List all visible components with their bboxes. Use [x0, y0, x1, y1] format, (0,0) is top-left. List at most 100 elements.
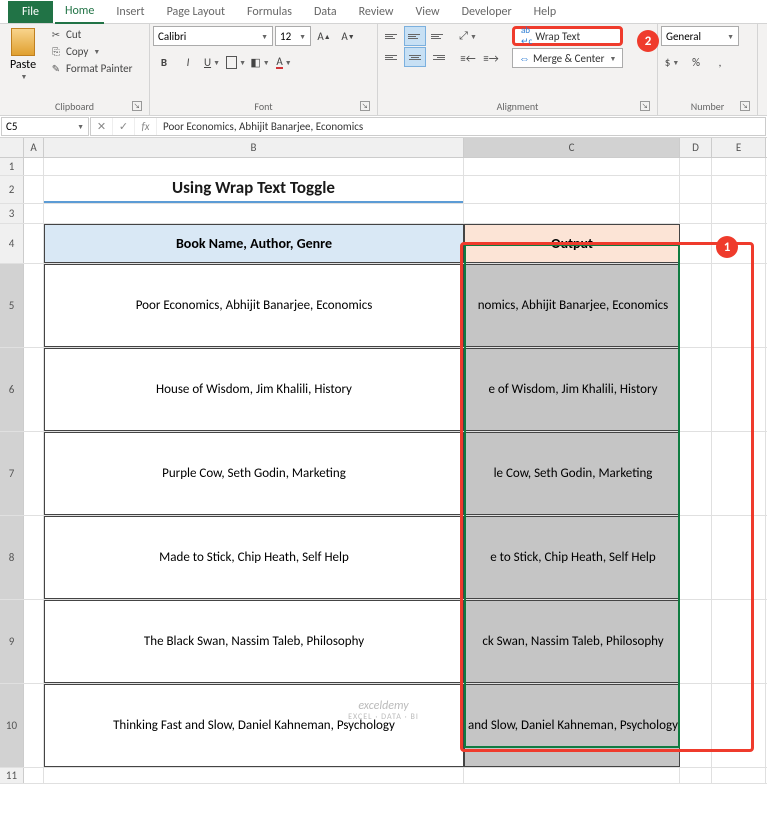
tab-data[interactable]: Data	[304, 1, 347, 23]
orientation-button[interactable]: ⤢▼	[457, 26, 479, 46]
paste-button[interactable]: Paste ▼	[3, 26, 43, 92]
cancel-formula-button[interactable]: ✕	[91, 118, 113, 135]
header-b[interactable]: Book Name, Author, Genre	[44, 224, 464, 263]
wrap-text-icon: ab↵c	[521, 25, 532, 47]
cell-c8[interactable]: e to Stick, Chip Heath, Self Help	[464, 516, 680, 599]
col-header-b[interactable]: B	[44, 138, 464, 157]
accounting-format-button[interactable]: $▼	[661, 52, 683, 72]
cell-b7[interactable]: Purple Cow, Seth Godin, Marketing	[44, 432, 464, 515]
cell-b5[interactable]: Poor Economics, Abhijit Banarjee, Econom…	[44, 264, 464, 347]
tab-help[interactable]: Help	[524, 1, 567, 23]
align-center-button[interactable]	[404, 47, 426, 67]
clipboard-dialog-launcher[interactable]: ↘	[132, 101, 142, 111]
select-all-button[interactable]	[0, 138, 24, 157]
wrap-text-button[interactable]: ab↵c Wrap Text	[512, 26, 623, 46]
align-right-button[interactable]	[427, 47, 449, 67]
decrease-indent-button[interactable]: ≡←	[457, 48, 479, 68]
worksheet: A B C D E 1 2 Using Wrap Text Toggle 3 4B…	[0, 138, 767, 784]
increase-font-button[interactable]: A▲	[313, 26, 335, 46]
font-group-label: Font	[254, 100, 272, 113]
increase-indent-button[interactable]: ≡→	[480, 48, 502, 68]
alignment-group-label: Alignment	[497, 100, 539, 113]
cell-b6[interactable]: House of Wisdom, Jim Khalili, History	[44, 348, 464, 431]
copy-button[interactable]: ⎘Copy▼	[47, 43, 134, 59]
tab-insert[interactable]: Insert	[106, 1, 154, 23]
row-header-3[interactable]: 3	[0, 204, 24, 223]
callout-badge-2: 2	[637, 30, 659, 52]
row-header-8[interactable]: 8	[0, 516, 24, 599]
row-header-10[interactable]: 10	[0, 684, 24, 767]
tab-home[interactable]: Home	[55, 0, 104, 24]
tab-page-layout[interactable]: Page Layout	[157, 1, 235, 23]
row-header-5[interactable]: 5	[0, 264, 24, 347]
tab-developer[interactable]: Developer	[452, 1, 522, 23]
col-header-c[interactable]: C	[464, 138, 680, 157]
formula-input[interactable]: Poor Economics, Abhijit Banarjee, Econom…	[157, 120, 765, 133]
row-header-2[interactable]: 2	[0, 176, 24, 203]
scissors-icon: ✂	[49, 27, 63, 41]
table-title: Using Wrap Text Toggle	[44, 177, 463, 203]
align-left-button[interactable]	[381, 47, 403, 67]
col-header-a[interactable]: A	[24, 138, 44, 157]
format-painter-button[interactable]: ✎Format Painter	[47, 60, 134, 76]
paste-label: Paste	[10, 58, 36, 72]
row-header-7[interactable]: 7	[0, 432, 24, 515]
percent-format-button[interactable]: %	[685, 52, 707, 72]
font-size-combo[interactable]: 12▼	[275, 26, 311, 46]
tab-view[interactable]: View	[406, 1, 450, 23]
border-icon	[226, 56, 237, 69]
row-header-9[interactable]: 9	[0, 600, 24, 683]
header-c[interactable]: Output	[464, 224, 680, 263]
comma-format-button[interactable]: ,	[709, 52, 731, 72]
brush-icon: ✎	[49, 61, 63, 75]
align-middle-button[interactable]	[404, 26, 426, 46]
bold-button[interactable]: B	[153, 52, 175, 72]
cell-b8[interactable]: Made to Stick, Chip Heath, Self Help	[44, 516, 464, 599]
font-color-icon: A	[276, 56, 282, 69]
border-button[interactable]: ▼	[225, 52, 247, 72]
chevron-down-icon: ▼	[21, 72, 28, 81]
align-bottom-button[interactable]	[427, 26, 449, 46]
watermark: exceldemy EXCEL · DATA · BI	[348, 700, 419, 722]
cell-c5[interactable]: nomics, Abhijit Banarjee, Economics	[464, 264, 680, 347]
paste-icon	[11, 28, 35, 56]
cell-b9[interactable]: The Black Swan, Nassim Taleb, Philosophy	[44, 600, 464, 683]
cell-c7[interactable]: le Cow, Seth Godin, Marketing	[464, 432, 680, 515]
fx-button[interactable]: fx	[135, 118, 157, 135]
number-format-combo[interactable]: General▼	[661, 26, 739, 46]
row-header-4[interactable]: 4	[0, 224, 24, 263]
cut-button[interactable]: ✂Cut	[47, 26, 134, 42]
cell-c10[interactable]: and Slow, Daniel Kahneman, Psychology	[464, 684, 680, 767]
alignment-dialog-launcher[interactable]: ↘	[640, 101, 650, 111]
tab-formulas[interactable]: Formulas	[237, 1, 302, 23]
cell-c6[interactable]: e of Wisdom, Jim Khalili, History	[464, 348, 680, 431]
ribbon-tabs: File Home Insert Page Layout Formulas Da…	[0, 0, 767, 24]
row-header-1[interactable]: 1	[0, 158, 24, 175]
italic-button[interactable]: I	[177, 52, 199, 72]
col-header-e[interactable]: E	[712, 138, 766, 157]
tab-file[interactable]: File	[8, 1, 53, 23]
underline-button[interactable]: U▼	[201, 52, 223, 72]
merge-center-button[interactable]: ⇔ Merge & Center ▼	[512, 48, 623, 68]
row-header-6[interactable]: 6	[0, 348, 24, 431]
callout-badge-1: 1	[716, 236, 738, 258]
row-header-11[interactable]: 11	[0, 768, 24, 783]
clipboard-group-label: Clipboard	[55, 100, 94, 113]
font-name-combo[interactable]: Calibri▼	[153, 26, 273, 46]
cell-b10[interactable]: Thinking Fast and Slow, Daniel Kahneman,…	[44, 684, 464, 767]
merge-icon: ⇔	[519, 52, 530, 65]
fill-color-button[interactable]: ◧▼	[249, 52, 271, 72]
decrease-font-button[interactable]: A▼	[337, 26, 359, 46]
tab-review[interactable]: Review	[349, 1, 404, 23]
font-dialog-launcher[interactable]: ↘	[360, 101, 370, 111]
enter-formula-button[interactable]: ✓	[113, 118, 135, 135]
copy-icon: ⎘	[49, 44, 63, 58]
cell-c9[interactable]: ck Swan, Nassim Taleb, Philosophy	[464, 600, 680, 683]
name-box[interactable]: C5▼	[1, 117, 89, 136]
number-dialog-launcher[interactable]: ↘	[740, 101, 750, 111]
font-color-button[interactable]: A▼	[273, 52, 295, 72]
align-top-button[interactable]	[381, 26, 403, 46]
bucket-icon: ◧	[250, 56, 260, 69]
formula-bar: C5▼ ✕ ✓ fx Poor Economics, Abhijit Banar…	[0, 116, 767, 138]
col-header-d[interactable]: D	[680, 138, 712, 157]
